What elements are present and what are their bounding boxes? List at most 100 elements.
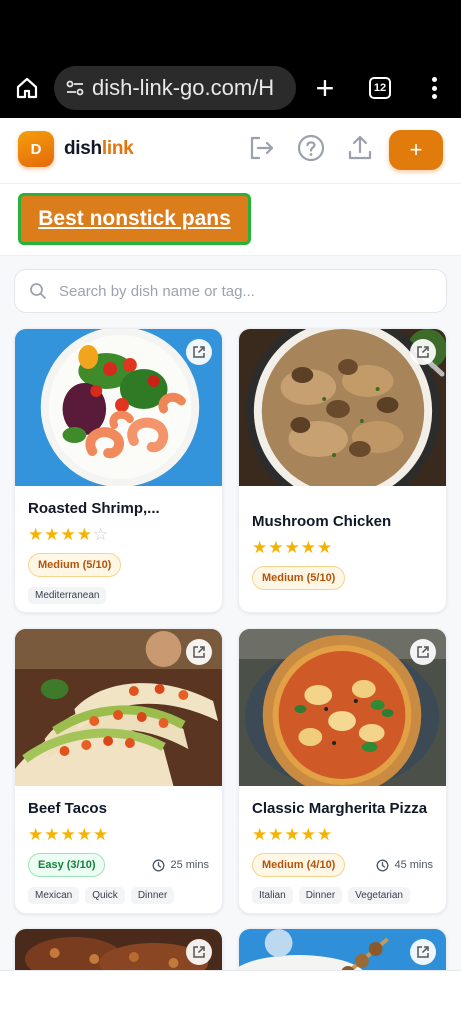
star-empty-icon: ☆ <box>93 525 109 544</box>
star-filled-icon: ★ <box>93 825 109 844</box>
recipe-card[interactable] <box>238 928 447 970</box>
home-icon[interactable] <box>12 73 42 103</box>
recipe-card[interactable]: Mushroom Chicken ★ ★ ★ ★ ★ Medium (5/10) <box>238 328 447 613</box>
promo-link-label: Best nonstick pans <box>38 207 231 230</box>
recipe-title: Beef Tacos <box>28 800 107 817</box>
recipe-meta: Medium (5/10) <box>28 553 209 577</box>
cook-time-value: 25 mins <box>170 859 209 871</box>
star-filled-icon: ★ <box>268 825 284 844</box>
recipe-photo-margherita-pizza <box>239 629 446 786</box>
clock-icon <box>152 859 165 872</box>
star-filled-icon: ★ <box>252 538 268 557</box>
open-external-button[interactable] <box>410 639 436 665</box>
star-rating: ★ ★ ★ ★ ★ <box>28 826 209 844</box>
site-settings-icon[interactable] <box>64 77 86 99</box>
recipe-card[interactable]: Classic Margherita Pizza ★ ★ ★ ★ ★ Medium (4… <box>238 628 447 914</box>
tag-chip[interactable]: Mexican <box>28 887 80 904</box>
browser-toolbar: dish-link-go.com/H + 12 <box>0 58 461 118</box>
open-external-button[interactable] <box>186 639 212 665</box>
cook-time: 45 mins <box>376 859 433 872</box>
app-name-part1: dish <box>64 138 102 159</box>
tab-switcher-button[interactable]: 12 <box>369 77 391 99</box>
star-filled-icon: ★ <box>284 825 300 844</box>
more-menu-icon[interactable] <box>424 75 444 101</box>
star-filled-icon: ★ <box>300 538 316 557</box>
star-filled-icon: ★ <box>284 538 300 557</box>
search-icon <box>29 282 47 300</box>
logo-mark[interactable]: D <box>18 131 54 167</box>
star-filled-icon: ★ <box>317 825 333 844</box>
star-filled-icon: ★ <box>317 538 333 557</box>
external-link-icon <box>193 646 205 658</box>
promo-link-button[interactable]: Best nonstick pans <box>18 193 251 245</box>
address-bar[interactable]: dish-link-go.com/H <box>54 66 296 110</box>
tag-list: Mexican Quick Dinner <box>28 887 209 904</box>
url-text: dish-link-go.com/H <box>92 75 275 100</box>
open-external-button[interactable] <box>186 339 212 365</box>
difficulty-badge: Medium (5/10) <box>252 566 346 590</box>
recipe-title: Roasted Shrimp,... <box>28 500 160 517</box>
search-bar[interactable] <box>14 269 447 313</box>
open-external-button[interactable] <box>186 939 212 965</box>
recipe-photo-mushroom-chicken <box>239 329 446 486</box>
promo-banner-area: Best nonstick pans <box>0 184 461 256</box>
recipe-card[interactable]: Beef Tacos ★ ★ ★ ★ ★ Easy (3/10) 25 mins Mex… <box>14 628 223 914</box>
star-filled-icon: ★ <box>300 825 316 844</box>
tag-chip[interactable]: Mediterranean <box>28 587 107 604</box>
recipe-photo-skewers <box>239 929 446 970</box>
difficulty-badge: Easy (3/10) <box>28 853 106 877</box>
star-filled-icon: ★ <box>28 825 44 844</box>
tag-chip[interactable]: Italian <box>252 887 293 904</box>
open-external-button[interactable] <box>410 339 436 365</box>
external-link-icon <box>417 946 429 958</box>
tag-chip[interactable]: Vegetarian <box>348 887 410 904</box>
recipe-photo-beef-tacos <box>15 629 222 786</box>
star-filled-icon: ★ <box>252 825 268 844</box>
recipe-photo-ribs <box>15 929 222 970</box>
recipe-title: Classic Margherita Pizza <box>252 800 428 817</box>
recipe-meta: Easy (3/10) 25 mins <box>28 853 209 877</box>
star-rating: ★ ★ ★ ★ ☆ <box>28 526 209 544</box>
recipe-card[interactable] <box>14 928 223 970</box>
star-filled-icon: ★ <box>44 525 60 544</box>
external-link-icon <box>417 646 429 658</box>
share-upload-icon[interactable] <box>344 132 376 164</box>
star-filled-icon: ★ <box>44 825 60 844</box>
cook-time-value: 45 mins <box>394 859 433 871</box>
recipe-card[interactable]: Roasted Shrimp,... ★ ★ ★ ★ ☆ Medium (5/10) M… <box>14 328 223 613</box>
star-filled-icon: ★ <box>76 525 92 544</box>
status-bar <box>0 0 461 58</box>
tag-list: Italian Dinner Vegetarian <box>252 887 433 904</box>
star-filled-icon: ★ <box>76 825 92 844</box>
help-icon[interactable] <box>295 132 327 164</box>
recipe-meta: Medium (5/10) <box>252 566 433 590</box>
logo-letter: D <box>30 140 42 158</box>
add-recipe-button[interactable]: + <box>389 130 443 170</box>
external-link-icon <box>417 346 429 358</box>
logout-icon[interactable] <box>245 132 277 164</box>
star-filled-icon: ★ <box>60 825 76 844</box>
star-rating: ★ ★ ★ ★ ★ <box>252 539 433 557</box>
star-filled-icon: ★ <box>28 525 44 544</box>
cook-time: 25 mins <box>152 859 209 872</box>
difficulty-badge: Medium (4/10) <box>252 853 346 877</box>
tag-chip[interactable]: Quick <box>85 887 125 904</box>
app-header: D dishlink + <box>0 118 461 184</box>
external-link-icon <box>193 346 205 358</box>
tag-list: Mediterranean <box>28 587 209 604</box>
new-tab-icon[interactable]: + <box>310 71 340 105</box>
tag-chip[interactable]: Dinner <box>130 887 175 904</box>
app-name[interactable]: dishlink <box>64 138 134 160</box>
external-link-icon <box>193 946 205 958</box>
recipe-photo-shrimp <box>15 329 222 486</box>
recipe-feed: Roasted Shrimp,... ★★★★☆ Medium (5/10) M… <box>0 256 461 970</box>
search-input[interactable] <box>59 282 419 300</box>
recipe-meta: Medium (4/10) 45 mins <box>252 853 433 877</box>
tag-chip[interactable]: Dinner <box>298 887 343 904</box>
bottom-bar <box>0 970 461 1024</box>
open-external-button[interactable] <box>410 939 436 965</box>
tab-count: 12 <box>373 82 387 94</box>
star-filled-icon: ★ <box>60 525 76 544</box>
clock-icon <box>376 859 389 872</box>
star-filled-icon: ★ <box>268 538 284 557</box>
